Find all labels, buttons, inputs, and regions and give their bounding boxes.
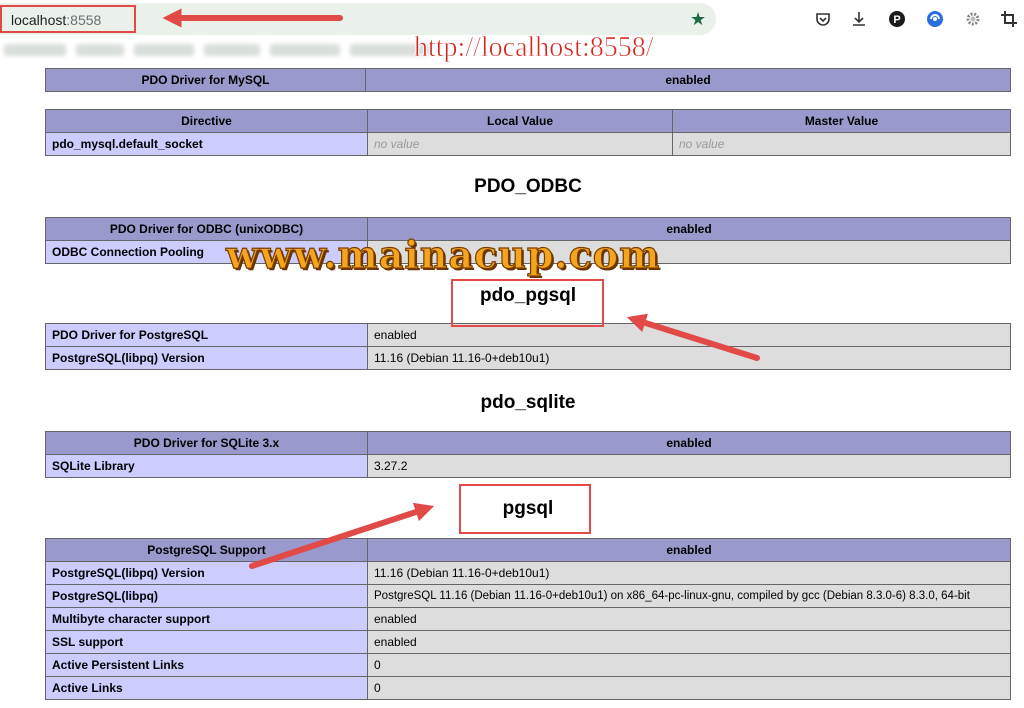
row-value: PostgreSQL 11.16 (Debian 11.16-0+deb10u1… <box>367 584 1011 608</box>
table-row: pdo_mysql.default_socket no value no val… <box>45 132 1011 156</box>
row-value: 11.16 (Debian 11.16-0+deb10u1) <box>367 561 1011 585</box>
pocket-icon[interactable] <box>812 8 834 30</box>
local-value: no value <box>367 132 673 156</box>
row-key: PostgreSQL(libpq) <box>45 584 368 608</box>
row-key: PostgreSQL(libpq) Version <box>45 561 368 585</box>
table-header-cell: Directive <box>45 109 368 133</box>
table-row: Directive Local Value Master Value <box>45 109 1011 133</box>
table-row: SSL support enabled <box>45 630 1011 654</box>
url-port: :8558 <box>66 12 102 28</box>
row-value: 3.27.2 <box>367 454 1011 478</box>
table-header-cell: PDO Driver for MySQL <box>45 68 366 92</box>
row-value: enabled <box>367 607 1011 631</box>
copilot-icon[interactable] <box>924 8 946 30</box>
table-header-cell: PostgreSQL Support <box>45 538 368 562</box>
row-key: PDO Driver for PostgreSQL <box>45 323 368 347</box>
row-key: Active Persistent Links <box>45 653 368 677</box>
table-row: Active Links 0 <box>45 676 1011 700</box>
url-host: localhost <box>11 12 67 28</box>
download-icon[interactable] <box>848 8 870 30</box>
crop-icon[interactable] <box>998 8 1020 30</box>
row-key: Active Links <box>45 676 368 700</box>
table-row: SQLite Library 3.27.2 <box>45 454 1011 478</box>
row-key: SSL support <box>45 630 368 654</box>
directive-name: pdo_mysql.default_socket <box>45 132 368 156</box>
extension-gear-icon[interactable] <box>962 8 984 30</box>
row-value: 0 <box>367 653 1011 677</box>
blurred-bookmarks-bar <box>0 40 450 62</box>
url-text[interactable]: localhost:8558 <box>11 12 101 28</box>
table-row: Multibyte character support enabled <box>45 607 1011 631</box>
table-row: PDO Driver for MySQL enabled <box>45 68 1011 92</box>
row-value: enabled <box>367 630 1011 654</box>
pdo-pgsql-table: PDO Driver for PostgreSQL enabled Postgr… <box>45 323 1011 370</box>
directive-table: Directive Local Value Master Value pdo_m… <box>45 109 1011 156</box>
row-key: Multibyte character support <box>45 607 368 631</box>
table-header-cell: PDO Driver for SQLite 3.x <box>45 431 368 455</box>
table-header-cell: Local Value <box>367 109 673 133</box>
bookmark-star-icon[interactable]: ★ <box>690 9 706 29</box>
table-header-cell: enabled <box>367 431 1011 455</box>
row-key: SQLite Library <box>45 454 368 478</box>
toolbar-icons: P <box>812 8 1022 30</box>
table-header-cell: enabled <box>365 68 1011 92</box>
row-value: 0 <box>367 676 1011 700</box>
row-value: 11.16 (Debian 11.16-0+deb10u1) <box>367 346 1011 370</box>
table-row: PostgreSQL(libpq) Version 11.16 (Debian … <box>45 346 1011 370</box>
section-title-pdo-odbc: PDO_ODBC <box>474 176 582 197</box>
profile-p-icon[interactable]: P <box>886 8 908 30</box>
master-value: no value <box>672 132 1011 156</box>
table-row: PostgreSQL(libpq) Version 11.16 (Debian … <box>45 561 1011 585</box>
table-row: PDO Driver for SQLite 3.x enabled <box>45 431 1011 455</box>
table-header-cell: Master Value <box>672 109 1011 133</box>
table-header-cell: enabled <box>367 538 1011 562</box>
pdo-mysql-driver-table: PDO Driver for MySQL enabled <box>45 68 1011 92</box>
section-title-pdo-sqlite: pdo_sqlite <box>480 392 576 413</box>
table-row: Active Persistent Links 0 <box>45 653 1011 677</box>
pgsql-highlight-box <box>459 484 591 534</box>
table-row: PostgreSQL(libpq) PostgreSQL 11.16 (Debi… <box>45 584 1011 608</box>
svg-text:P: P <box>893 14 900 26</box>
annotation-url-text: http://localhost:8558/ <box>414 32 654 64</box>
row-key: PostgreSQL(libpq) Version <box>45 346 368 370</box>
table-row: PostgreSQL Support enabled <box>45 538 1011 562</box>
pdo-pgsql-highlight-box <box>451 279 604 327</box>
pdo-sqlite-table: PDO Driver for SQLite 3.x enabled SQLite… <box>45 431 1011 478</box>
watermark-text: www.mainacup.com <box>225 231 661 277</box>
pgsql-table: PostgreSQL Support enabled PostgreSQL(li… <box>45 538 1011 700</box>
